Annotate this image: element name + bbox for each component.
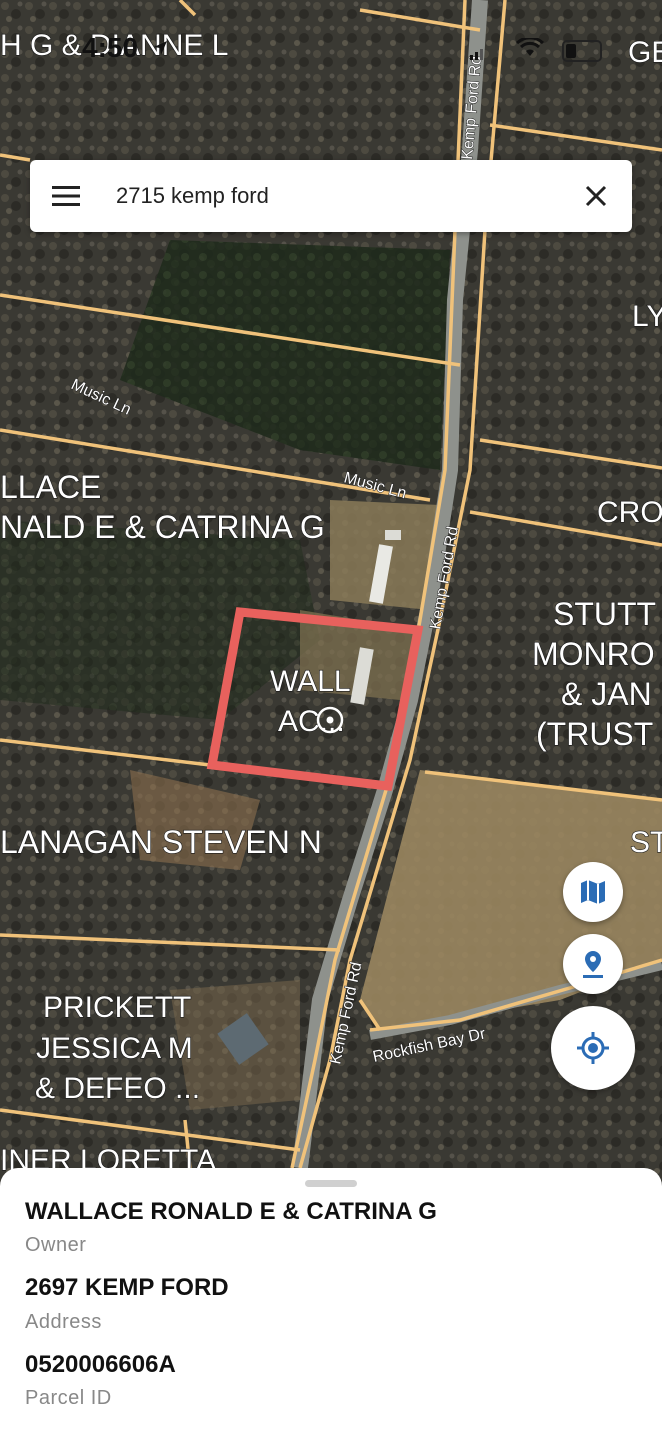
parcel-label: MONRO xyxy=(532,636,655,672)
parcel-id-label: Parcel ID xyxy=(25,1387,112,1409)
map-layers-button[interactable] xyxy=(563,862,623,922)
battery-icon xyxy=(562,39,602,62)
status-bar: 4:50 xyxy=(0,30,662,70)
parcel-label: ST xyxy=(630,826,662,859)
close-icon xyxy=(585,185,607,207)
map-icon xyxy=(581,880,605,904)
menu-icon xyxy=(52,186,80,206)
pin-icon xyxy=(583,951,603,978)
address-label: Address xyxy=(25,1311,102,1333)
wifi-icon xyxy=(515,36,545,63)
parcel-id-value: 0520006606A xyxy=(25,1351,176,1378)
parcel-label: NALD E & CATRINA G xyxy=(0,509,325,545)
parcel-label: PRICKETT xyxy=(43,991,191,1024)
location-arrow-icon xyxy=(152,40,168,61)
my-location-icon xyxy=(577,1032,609,1064)
parcel-details-sheet[interactable]: WALLACE RONALD E & CATRINA G Owner 2697 … xyxy=(0,1168,662,1440)
parcel-label: WALL xyxy=(270,665,351,698)
address-value: 2697 KEMP FORD xyxy=(25,1274,229,1301)
owner-label: Owner xyxy=(25,1234,87,1256)
sheet-drag-handle[interactable] xyxy=(305,1180,357,1187)
search-bar: 2715 kemp ford xyxy=(30,160,632,232)
parcel-label: CRO xyxy=(597,496,662,529)
menu-button[interactable] xyxy=(30,160,102,232)
owner-value: WALLACE RONALD E & CATRINA G xyxy=(25,1198,437,1225)
parcel-label: LY xyxy=(632,300,662,333)
clear-search-button[interactable] xyxy=(560,160,632,232)
parcel-label: LANAGAN STEVEN N xyxy=(0,824,322,860)
parcel-label: & JAN xyxy=(561,676,652,712)
search-input[interactable]: 2715 kemp ford xyxy=(102,183,560,209)
my-location-button[interactable] xyxy=(551,1006,635,1090)
parcel-label: STUTT xyxy=(553,596,656,632)
signal-icon xyxy=(470,46,490,65)
drop-pin-button[interactable] xyxy=(563,934,623,994)
parcel-label: & DEFEO ... xyxy=(35,1072,200,1105)
status-time: 4:50 xyxy=(82,32,139,63)
parcel-label: (TRUST xyxy=(536,716,653,752)
parcel-label: JESSICA M xyxy=(36,1032,193,1065)
parcel-label: LLACE xyxy=(0,469,101,505)
